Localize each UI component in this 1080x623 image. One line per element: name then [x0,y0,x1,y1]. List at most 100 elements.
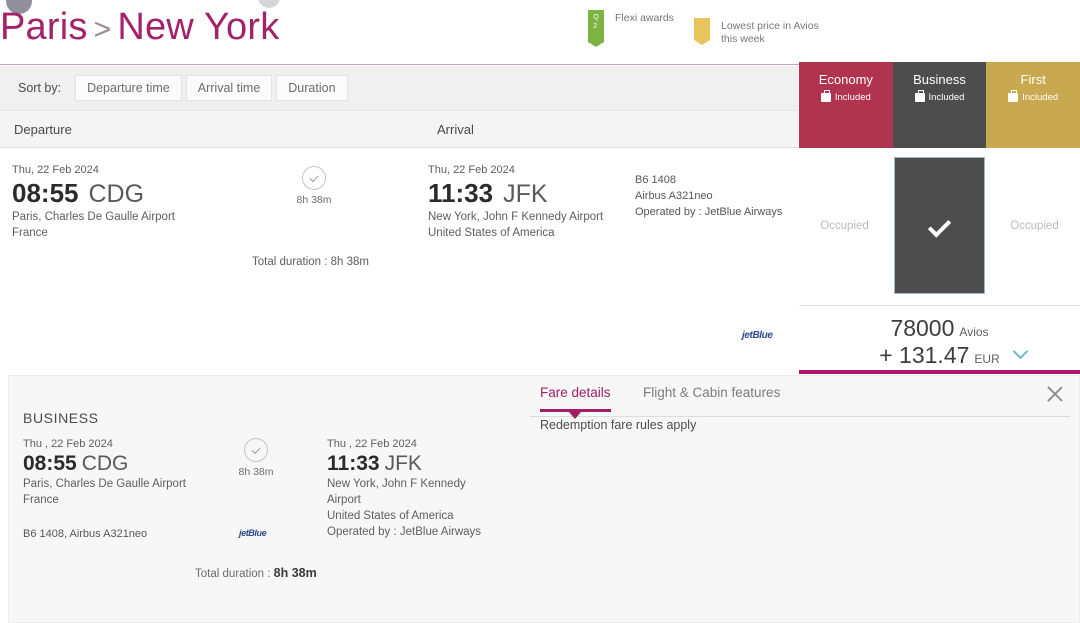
briefcase-icon [914,90,925,102]
chevron-down-circle-icon [244,438,268,462]
fare-cell-first: Occupied [989,148,1080,303]
detail-departure-code: CDG [81,452,129,475]
detail-arrival-airport-line2: Airport [327,494,361,506]
close-icon[interactable] [1045,384,1065,404]
fare-cell-business[interactable] [890,148,989,303]
route-arrow-icon: > [93,13,112,46]
sort-arrival-time-button[interactable]: Arrival time [185,75,273,101]
detail-departure-airport: Paris, Charles De Gaulle Airport [23,478,186,490]
briefcase-icon [820,90,831,102]
fare-price-area: 78000 Avios + 131.47 EUR [799,305,1080,370]
green-ribbon-icon: Q2 [588,10,604,47]
sort-bar: Sort by: Departure time Arrival time Dur… [0,66,798,110]
sort-by-label: Sort by: [18,81,62,95]
operated-by: Operated by : JetBlue Airways [635,206,783,218]
arrival-airport-name: New York, John F Kennedy Airport [428,211,604,223]
detail-total-duration-label: Total duration : [195,568,271,580]
arrival-time-row: 11:33 JFK [428,178,628,209]
total-duration: Total duration : 8h 38m [252,256,369,268]
fare-business-selected-box[interactable] [894,157,985,294]
arrival-airport-code: JFK [503,180,548,208]
cabin-class-headers: Economy Included Business Included First… [799,62,1080,148]
sort-departure-time-button[interactable]: Departure time [75,75,182,101]
briefcase-icon [1008,90,1019,102]
detail-arrival-block: Thu , 22 Feb 2024 11:33 JFK New York, Jo… [327,438,512,540]
arrival-date: Thu, 22 Feb 2024 [428,164,515,176]
detail-arrival-operated-by: Operated by : JetBlue Airways [327,526,482,538]
jetblue-logo-icon: jetBlue [239,528,267,538]
cabin-header-business-baggage: Included [914,90,965,103]
detail-departure-date: Thu , 22 Feb 2024 [23,438,113,450]
price-avios-unit: Avios [959,325,989,339]
cabin-header-first-baggage: Included [1008,90,1059,103]
cabin-header-economy[interactable]: Economy Included [799,62,893,148]
price-avios-value: 78000 [890,315,955,341]
departure-airport-name: Paris, Charles De Gaulle Airport [12,211,175,223]
detail-total-duration-value: 8h 38m [273,566,317,580]
legend-lowest-price-label: Lowest price in Avios this week [721,20,819,45]
arrival-time: 11:33 [428,178,494,208]
check-icon [929,220,951,232]
chevron-down-circle-icon [302,166,326,190]
price-cash-value: + 131.47 [879,342,970,368]
detail-arrival-date: Thu , 22 Feb 2024 [327,438,417,450]
departure-time-row: 08:55 CDG [12,178,272,209]
tab-flight-cabin-features[interactable]: Flight & Cabin features [643,385,780,409]
column-header-arrival: Arrival [437,122,474,137]
detail-departure-country: France [23,494,59,506]
page-title: Paris > New York [0,6,279,49]
departure-date: Thu, 22 Feb 2024 [12,164,99,176]
fare-first-status: Occupied [1010,219,1059,232]
flight-departure-block: Thu, 22 Feb 2024 08:55 CDG Paris, Charle… [12,164,272,241]
cabin-header-business-baggage-label: Included [928,92,965,103]
jetblue-logo-icon: jetBlue [742,330,773,341]
detail-departure-time: 08:55 [23,452,77,475]
detail-arrival-code: JFK [384,452,422,475]
fare-detail-panel: Fare details Flight & Cabin features Red… [8,375,1080,623]
legend-flexi-awards-label: Flexi awards [615,12,674,24]
arrival-country: United States of America [428,227,555,239]
departure-country: France [12,227,48,239]
detail-arrival-time: 11:33 [327,452,380,475]
departure-airport-code: CDG [88,180,145,208]
price-cash-line: + 131.47 EUR [799,342,1080,369]
cabin-header-business-label: Business [913,72,966,87]
cabin-header-business[interactable]: Business Included [892,62,987,148]
price-cash-unit: EUR [974,352,1000,366]
flight-arrival-block: Thu, 22 Feb 2024 11:33 JFK New York, Joh… [428,164,628,241]
flight-result-row[interactable]: Thu, 22 Feb 2024 08:55 CDG Paris, Charle… [0,148,798,373]
detail-flight-info: B6 1408, Airbus A321neo [23,528,148,540]
cabin-header-first-label: First [1020,72,1046,87]
fare-cells: Occupied Occupied [799,148,1080,303]
results-column-headers: Departure Arrival [0,110,798,148]
tab-fare-details[interactable]: Fare details [540,385,611,419]
aircraft-type: Airbus A321neo [635,190,713,202]
cabin-header-first[interactable]: First Included [986,62,1080,148]
expand-fare-chevron-down-icon[interactable] [1014,346,1028,354]
fare-rules-text: Redemption fare rules apply [540,418,697,432]
legend-lowest-price: Lowest price in Avios this week [694,18,819,46]
detail-arrival-airport-line1: New York, John F Kennedy [327,478,466,490]
cabin-header-economy-baggage: Included [820,90,871,103]
detail-arrival-country: United States of America [327,510,454,522]
departure-time: 08:55 [12,178,79,208]
detail-arrival-time-row: 11:33 JFK [327,452,512,476]
fare-economy-status: Occupied [820,219,869,232]
detail-duration-block: 8h 38m [227,438,285,478]
legend-flexi-awards: Q2 Flexi awards [588,10,674,47]
detail-duration: 8h 38m [238,466,274,478]
column-header-departure: Departure [14,122,72,137]
detail-departure-block: Thu , 22 Feb 2024 08:55 CDG Paris, Charl… [23,438,243,508]
sort-duration-button[interactable]: Duration [276,75,348,101]
detail-tabs: Fare details Flight & Cabin features [530,385,1070,419]
cabin-header-economy-label: Economy [818,72,873,87]
route-origin: Paris [0,6,88,48]
gold-ribbon-icon [694,18,710,45]
cabin-header-first-baggage-label: Included [1022,92,1059,103]
page-header: Paris > New York Q2 Flexi awards Lowest pr… [0,0,1080,65]
flight-duration: 8h 38m [296,194,332,206]
flight-duration-block: 8h 38m [284,166,344,206]
price-avios-line: 78000 Avios [799,315,1080,342]
cabin-header-economy-baggage-label: Included [834,92,871,103]
route-destination: New York [117,6,280,48]
